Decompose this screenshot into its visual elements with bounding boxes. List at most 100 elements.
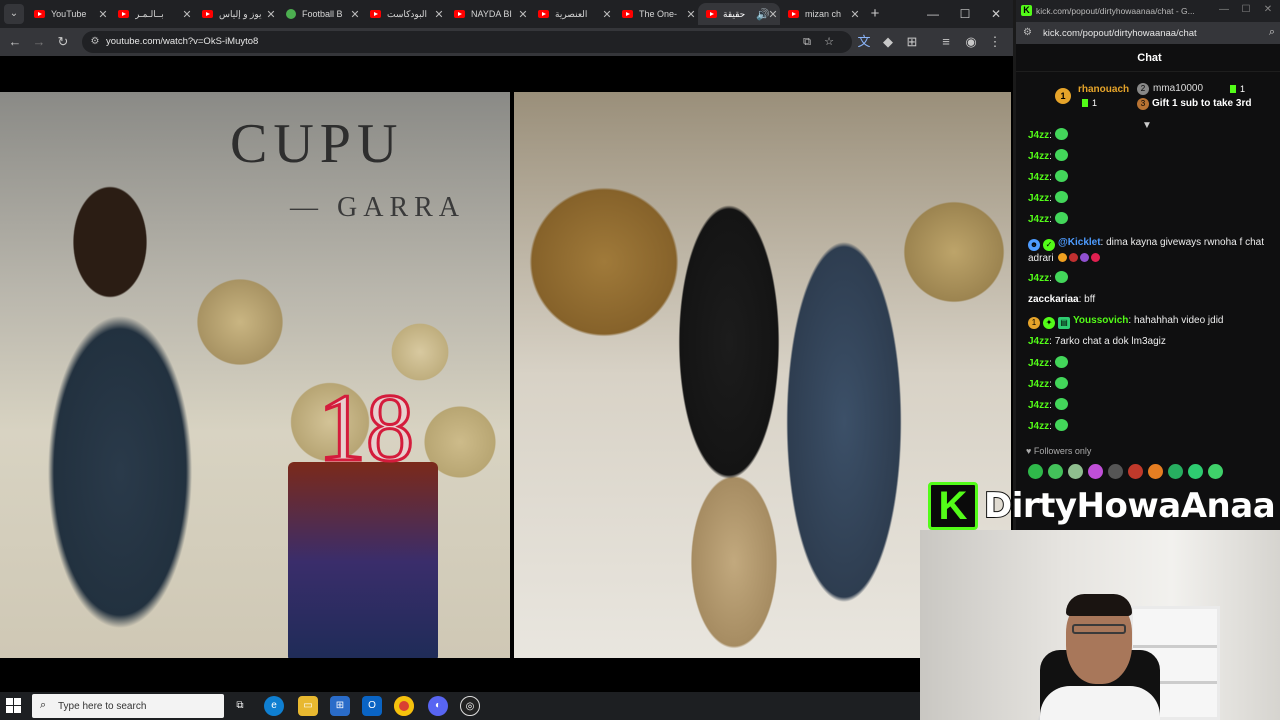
tab-3[interactable]: Football B ✕ (278, 3, 362, 25)
address-bar[interactable]: ⚙ youtube.com/watch?v=OkS-iMuyto8 ⧉ ☆ (82, 31, 852, 53)
gift-sub-cta[interactable]: Gift 1 sub to take 3rd (1152, 98, 1251, 109)
menu-icon[interactable]: ⋮ (985, 32, 1005, 52)
close-icon[interactable]: ✕ (684, 8, 698, 21)
site-info-icon[interactable]: ⚙ (1023, 27, 1037, 38)
tab-title: بــالـمـر (135, 8, 164, 19)
chat-message: J4zz: (1028, 212, 1273, 227)
green-heart-emote-icon (1054, 128, 1068, 140)
tab-active[interactable]: حقيقة 🔊 ✕ (698, 3, 780, 25)
extension-icon[interactable]: ◆ (878, 32, 898, 52)
task-view-icon[interactable]: ⧉ (230, 696, 250, 716)
close-icon[interactable]: ✕ (264, 8, 278, 21)
maximize-button[interactable]: ☐ (954, 4, 976, 24)
chat-username[interactable]: J4zz (1028, 130, 1049, 141)
emote-icon[interactable] (1188, 464, 1203, 479)
emote-icon[interactable] (1168, 464, 1183, 479)
minimize-button[interactable]: — (922, 4, 944, 24)
cake-topper-number: 18 (317, 373, 416, 483)
reload-icon[interactable]: ↻ (53, 32, 73, 52)
close-icon[interactable]: ✕ (516, 8, 530, 21)
close-icon[interactable]: ✕ (600, 8, 614, 21)
chat-username[interactable]: J4zz (1028, 151, 1049, 162)
video-player[interactable]: CUPU — GARRA 18 (0, 56, 1013, 692)
chat-message: J4zz: (1028, 271, 1273, 286)
youtube-icon (706, 10, 717, 18)
chat-username[interactable]: J4zz (1028, 400, 1049, 411)
discord-icon[interactable]: ◐ (428, 696, 448, 716)
emote-icon[interactable] (1128, 464, 1143, 479)
chat-username[interactable]: J4zz (1028, 193, 1049, 204)
leaderboard-name-1[interactable]: rhanouach (1078, 84, 1129, 95)
tab-title: NAYDA BI (471, 9, 512, 19)
extensions-puzzle-icon[interactable]: ⊞ (902, 32, 922, 52)
windows-start-icon[interactable] (6, 698, 22, 714)
tab-5[interactable]: NAYDA BI ✕ (446, 3, 530, 25)
close-window-button[interactable]: ✕ (1260, 4, 1276, 15)
kick-address-bar[interactable]: ⚙ kick.com/popout/dirtyhowaanaa/chat ⌕ (1016, 22, 1280, 44)
edge-icon[interactable]: e (264, 696, 284, 716)
obs-icon[interactable]: ◎ (460, 696, 480, 716)
emote-icon[interactable] (1088, 464, 1103, 479)
chat-username[interactable]: @Kicklet (1058, 237, 1101, 248)
minimize-button[interactable]: — (1216, 4, 1232, 15)
tab-6[interactable]: العنصرية ✕ (530, 3, 614, 25)
profile-icon[interactable]: ◉ (961, 32, 981, 52)
maximize-button[interactable]: ☐ (1238, 4, 1254, 15)
followers-only-notice: ♥ Followers only (1026, 446, 1092, 456)
youtube-icon (622, 10, 633, 18)
tab-4[interactable]: البودكاست ✕ (362, 3, 446, 25)
chat-username[interactable]: J4zz (1028, 421, 1049, 432)
tab-9[interactable]: mizan ch ✕ (780, 3, 862, 25)
tab-7[interactable]: The One- ✕ (614, 3, 698, 25)
tab-youtube[interactable]: YouTube ✕ (26, 3, 110, 25)
chat-username[interactable]: J4zz (1028, 172, 1049, 183)
chrome-icon[interactable] (394, 696, 414, 716)
taskbar-search-box[interactable]: ⌕ Type here to search (32, 694, 224, 718)
close-icon[interactable]: ✕ (348, 8, 362, 21)
verified-badge-icon: ✓ (1043, 239, 1055, 251)
back-icon[interactable]: ← (5, 32, 25, 52)
green-heart-emote-icon (1054, 377, 1068, 389)
tab-1[interactable]: بــالـمـر ✕ (110, 3, 194, 25)
file-explorer-icon[interactable]: ▭ (298, 696, 318, 716)
chat-username[interactable]: J4zz (1028, 379, 1049, 390)
translate-icon[interactable]: 文 (854, 32, 874, 52)
outlook-icon[interactable]: O (362, 696, 382, 716)
close-icon[interactable]: ✕ (180, 8, 194, 21)
chat-username[interactable]: J4zz (1028, 358, 1049, 369)
forward-icon[interactable]: → (29, 32, 49, 52)
leaderboard-name-2[interactable]: mma10000 (1153, 83, 1203, 94)
chat-message: J4zz: (1028, 170, 1273, 185)
screen: ⌄ YouTube ✕ بــالـمـر ✕ يوز و إلياس ✕ Fo… (0, 0, 1280, 720)
site-info-icon[interactable]: ⚙ (88, 35, 102, 49)
chat-username[interactable]: J4zz (1028, 336, 1049, 347)
close-icon[interactable]: ✕ (766, 8, 780, 21)
emote-icon[interactable] (1068, 464, 1083, 479)
close-icon[interactable]: ✕ (96, 8, 110, 21)
cake-image (288, 462, 438, 658)
close-icon[interactable]: ✕ (848, 8, 862, 21)
store-icon[interactable]: ⊞ (330, 696, 350, 716)
emote-icon[interactable] (1208, 464, 1223, 479)
media-control-icon[interactable]: ≡ (936, 32, 956, 52)
kick-logo-icon: K (1021, 5, 1032, 16)
chat-username[interactable]: J4zz (1028, 214, 1049, 225)
emote-icon[interactable] (1108, 464, 1123, 479)
emote-icon[interactable] (1028, 464, 1043, 479)
new-tab-button[interactable]: + (866, 5, 884, 23)
emoji-icon (1069, 253, 1079, 262)
tab-search-button[interactable]: ⌄ (4, 4, 24, 24)
chat-message: J4zz: 7arko chat a dok lm3agiz (1028, 336, 1166, 347)
emote-icon[interactable] (1148, 464, 1163, 479)
chat-username[interactable]: J4zz (1028, 273, 1049, 284)
emote-icon[interactable] (1048, 464, 1063, 479)
bookmark-star-icon[interactable]: ☆ (822, 35, 836, 49)
chat-username[interactable]: zacckariaa (1028, 294, 1079, 305)
audio-icon[interactable]: 🔊 (756, 8, 770, 21)
zoom-icon[interactable]: ⌕ (1269, 26, 1275, 39)
chat-username[interactable]: Youssovich (1073, 315, 1128, 326)
cast-icon[interactable]: ⧉ (800, 35, 814, 49)
tab-2[interactable]: يوز و إلياس ✕ (194, 3, 278, 25)
close-window-button[interactable]: ✕ (985, 4, 1007, 24)
close-icon[interactable]: ✕ (432, 8, 446, 21)
